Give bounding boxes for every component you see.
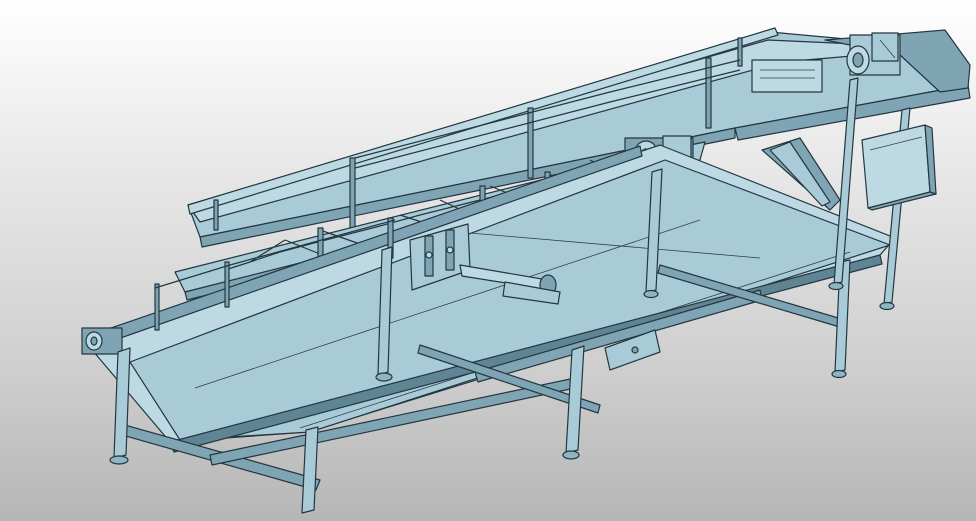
conveyor-model	[81, 27, 971, 514]
lower-end-roller	[81, 327, 123, 355]
cad-viewport[interactable]	[0, 0, 976, 521]
control-box	[861, 124, 937, 211]
